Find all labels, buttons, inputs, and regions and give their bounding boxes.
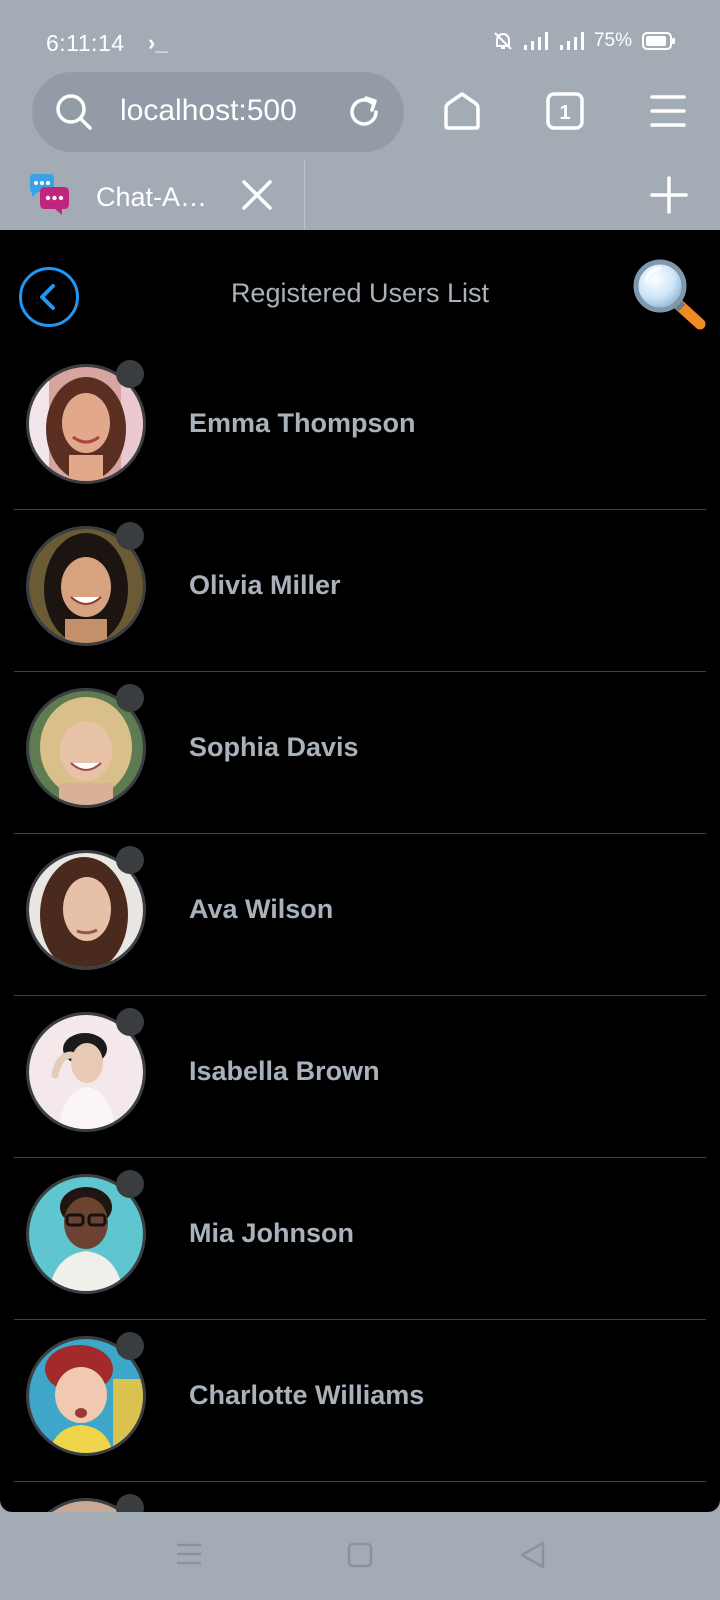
tab-title: Chat-A… xyxy=(96,182,208,212)
status-bar: 6:11:14 ›_ 75% xyxy=(0,0,720,70)
menu-icon[interactable] xyxy=(650,94,686,128)
battery-icon xyxy=(642,32,675,50)
signal-icon xyxy=(559,32,584,50)
system-nav-bar xyxy=(0,1512,720,1600)
reload-icon[interactable] xyxy=(344,92,384,132)
list-item[interactable]: Olivia Miller xyxy=(14,510,706,672)
page-title: Registered Users List xyxy=(230,278,490,308)
recents-icon[interactable] xyxy=(176,1542,202,1566)
battery-percent: 75% xyxy=(593,30,632,51)
magnifier-icon[interactable] xyxy=(632,258,708,334)
page-content: Registered Users List Emma Thompson Oliv… xyxy=(0,230,720,1512)
status-dot xyxy=(116,522,144,550)
user-name: Isabella Brown xyxy=(189,1056,380,1086)
nav-back-icon[interactable] xyxy=(518,1540,546,1570)
status-icons: 75% xyxy=(492,30,676,52)
list-item[interactable]: Mia Johnson xyxy=(14,1158,706,1320)
new-tab-icon[interactable] xyxy=(650,176,688,214)
search-icon xyxy=(56,94,92,130)
status-dot xyxy=(116,846,144,874)
tab-strip: Chat-A… xyxy=(0,160,720,230)
tab-count: 1 xyxy=(559,102,570,124)
status-dot xyxy=(116,1170,144,1198)
tab-switcher-icon[interactable]: 1 xyxy=(546,92,584,130)
signal-icon xyxy=(523,32,548,50)
list-item[interactable]: Emma Thompson xyxy=(14,348,706,510)
user-name: Olivia Miller xyxy=(189,570,341,600)
nav-home-icon[interactable] xyxy=(347,1542,373,1568)
status-dot xyxy=(116,1494,144,1512)
list-item[interactable]: Charlotte Williams xyxy=(14,1320,706,1482)
close-icon[interactable] xyxy=(240,178,274,212)
status-dot xyxy=(116,1332,144,1360)
user-name: Mia Johnson xyxy=(189,1218,355,1248)
list-item[interactable]: Isabella Brown xyxy=(14,996,706,1158)
user-list: Emma Thompson Olivia Miller Sophia Davis… xyxy=(14,348,706,1512)
address-bar[interactable]: localhost:500 xyxy=(32,72,404,152)
url-text[interactable]: localhost:500 xyxy=(120,94,320,128)
status-dot xyxy=(116,360,144,388)
list-item[interactable]: Ava Wilson xyxy=(14,834,706,996)
list-item[interactable] xyxy=(14,1482,706,1512)
user-name: Charlotte Williams xyxy=(189,1380,425,1410)
user-name: Sophia Davis xyxy=(189,732,359,762)
user-name: Emma Thompson xyxy=(189,408,416,438)
chat-app-icon xyxy=(30,174,69,215)
browser-tab[interactable]: Chat-A… xyxy=(0,160,305,230)
status-dot xyxy=(116,1008,144,1036)
terminal-icon: ›_ xyxy=(148,30,168,55)
home-icon[interactable] xyxy=(440,90,484,132)
list-item[interactable]: Sophia Davis xyxy=(14,672,706,834)
status-dot xyxy=(116,684,144,712)
status-time: 6:11:14 xyxy=(46,30,125,56)
user-name: Ava Wilson xyxy=(189,894,334,924)
bell-off-icon xyxy=(494,32,512,50)
